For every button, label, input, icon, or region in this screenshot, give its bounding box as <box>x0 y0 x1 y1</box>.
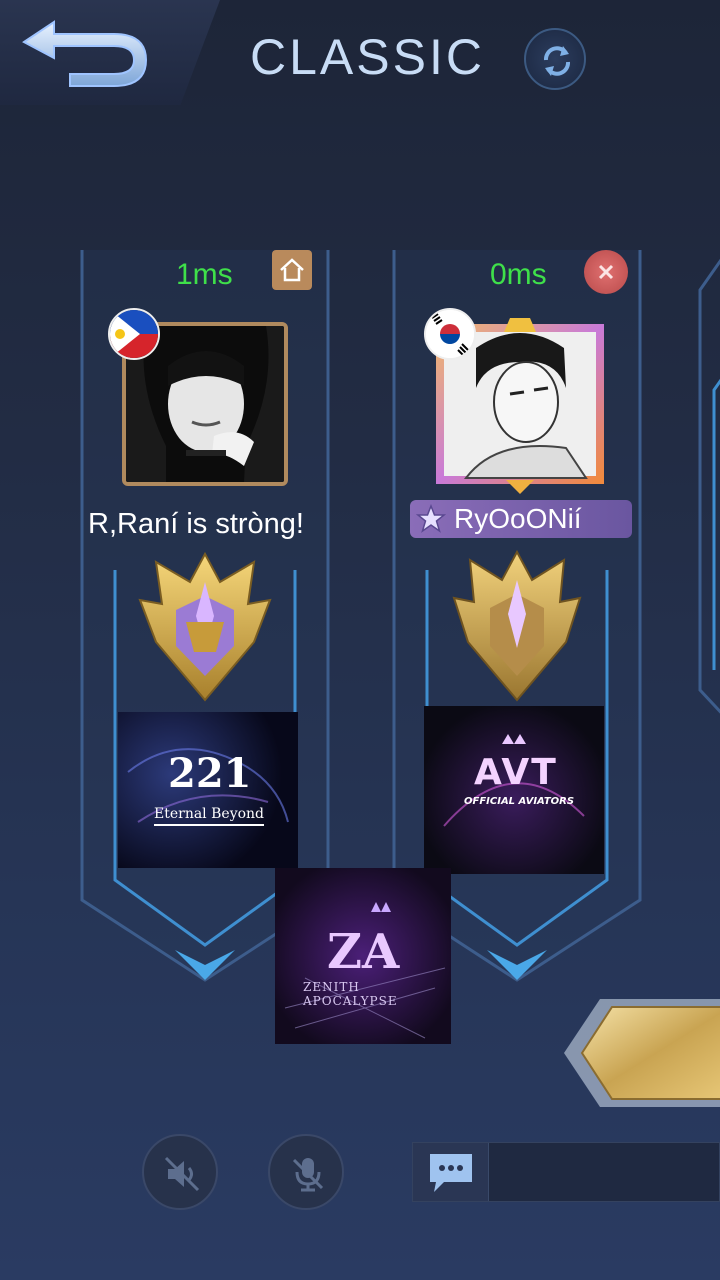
chat-button[interactable] <box>413 1143 489 1201</box>
next-slot-edge <box>698 258 720 714</box>
player-name-plate: RyOoONií <box>410 500 632 538</box>
refresh-button[interactable] <box>524 28 586 90</box>
back-button[interactable] <box>14 18 154 90</box>
host-badge <box>272 250 312 290</box>
mic-toggle-button[interactable] <box>268 1134 344 1210</box>
star-icon <box>416 504 446 533</box>
chat-input[interactable] <box>412 1142 720 1202</box>
spectator-squad-logo[interactable]: ZA ZENITH APOCALYPSE <box>275 868 451 1044</box>
squad-abbr: AVT <box>474 752 558 793</box>
rank-emblem <box>138 552 272 702</box>
country-flag-south-korea <box>424 308 476 360</box>
squad-abbr: ZA <box>327 924 400 980</box>
ping-indicator: 0ms <box>490 258 547 291</box>
chat-icon <box>430 1154 472 1192</box>
player-name: R,Raní is stròng! <box>88 508 304 540</box>
back-arrow-icon <box>22 20 148 87</box>
speaker-toggle-button[interactable] <box>142 1134 218 1210</box>
rank-emblem <box>452 550 582 702</box>
page-title: CLASSIC <box>250 29 485 85</box>
close-icon <box>598 264 614 280</box>
squad-name: OFFICIAL AVIATORS <box>464 796 575 807</box>
squad-number: 221 <box>168 750 252 797</box>
squad-name: ZENITH APOCALYPSE <box>303 980 398 1008</box>
refresh-icon <box>544 46 570 76</box>
bottom-bar <box>0 1130 720 1220</box>
kick-button[interactable] <box>584 250 628 294</box>
squad-name: Eternal Beyond <box>154 806 265 826</box>
squad-logo[interactable]: 221 Eternal Beyond <box>118 712 298 868</box>
country-flag-philippines <box>108 308 160 360</box>
squad-logo[interactable]: AVT OFFICIAL AVIATORS <box>424 706 604 874</box>
start-button-art <box>564 999 720 1107</box>
top-bar: CLASSIC <box>0 0 720 110</box>
ping-indicator: 1ms <box>176 258 233 291</box>
start-button[interactable] <box>560 995 720 1110</box>
mic-muted-icon <box>292 1158 324 1192</box>
player-name: RyOoONií <box>454 503 582 534</box>
speaker-muted-icon <box>164 1156 200 1192</box>
home-icon <box>280 258 304 282</box>
